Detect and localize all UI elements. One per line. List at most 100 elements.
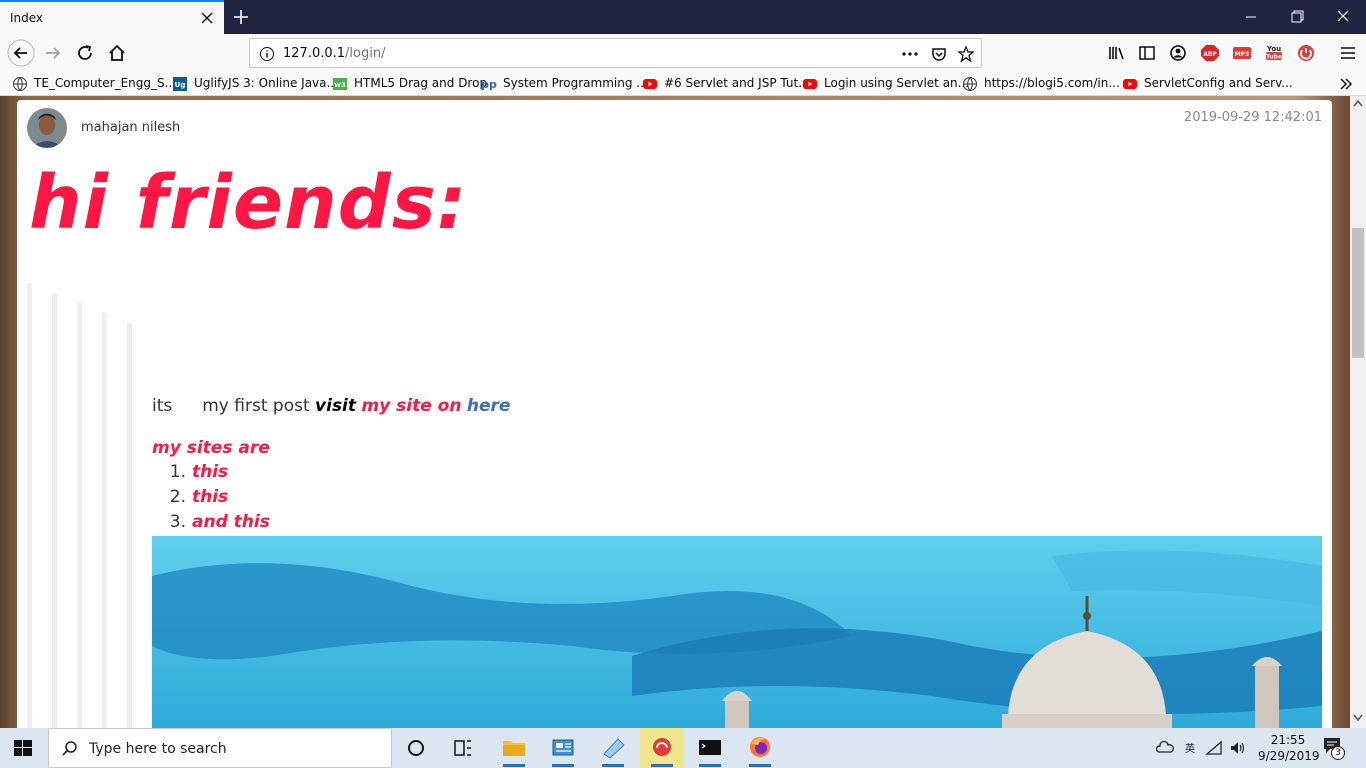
- youtube-icon: [803, 79, 817, 89]
- url-path: /login/: [345, 46, 386, 61]
- home-icon[interactable]: [102, 39, 132, 67]
- bookmark-item[interactable]: https://blogi5.com/in...: [962, 75, 1120, 93]
- avatar[interactable]: [27, 108, 67, 148]
- author-name[interactable]: mahajan nilesh: [81, 120, 180, 135]
- navigation-bar: 127.0.0.1/login/ ABP MP3 You Tube: [0, 34, 1366, 72]
- restore-icon[interactable]: [1274, 0, 1320, 34]
- bookmarks-bar: TE_Computer_Engg_S... Ug UglifyJS 3: Onl…: [0, 72, 1366, 96]
- list-item: 3. and this: [152, 512, 270, 537]
- svg-text:英: 英: [1185, 742, 1195, 755]
- account-icon[interactable]: [1163, 39, 1193, 67]
- bookmark-label: HTML5 Drag and Drop: [354, 76, 488, 90]
- taj-mahal-image: [152, 536, 1322, 728]
- bookmark-item[interactable]: TE_Computer_Engg_S...: [12, 75, 176, 93]
- system-clock[interactable]: 21:55 9/29/2019: [1258, 732, 1320, 764]
- bookmark-item[interactable]: pp System Programming ...: [481, 75, 648, 93]
- control-panel-icon[interactable]: [541, 728, 585, 768]
- svg-text:Tube: Tube: [1266, 54, 1282, 61]
- adblock-plus-icon[interactable]: ABP: [1195, 39, 1225, 67]
- sidebar-icon[interactable]: [1132, 39, 1162, 67]
- post-text: its my first post visit my site on here: [152, 396, 510, 416]
- file-explorer-icon[interactable]: [492, 728, 536, 768]
- svg-text:w3: w3: [334, 81, 345, 89]
- url-host: 127.0.0.1: [283, 46, 346, 61]
- youtube-icon: [643, 79, 657, 89]
- scrollbar-thumb[interactable]: [1352, 228, 1364, 358]
- close-tab-icon[interactable]: [198, 9, 216, 27]
- uglify-icon: Ug: [173, 77, 187, 91]
- volume-icon[interactable]: [1229, 740, 1247, 756]
- blockquote-bar: [27, 283, 32, 728]
- info-icon[interactable]: [259, 46, 275, 62]
- taskbar: Type here to search 英 21:55 9/29/2019 3: [0, 728, 1366, 768]
- svg-text:Ug: Ug: [175, 81, 186, 89]
- bookmark-label: System Programming ...: [503, 76, 648, 90]
- chevron-right-icon[interactable]: [1338, 76, 1354, 92]
- blockquote-bar: [127, 323, 132, 728]
- bookmark-label: https://blogi5.com/in...: [984, 76, 1120, 90]
- onedrive-sync-icon[interactable]: [1156, 740, 1174, 756]
- site-link[interactable]: this: [192, 487, 228, 507]
- menu-icon[interactable]: [1333, 39, 1363, 67]
- close-window-icon[interactable]: [1320, 0, 1366, 34]
- blockquote-bar: [52, 293, 57, 728]
- terminal-icon[interactable]: [688, 728, 732, 768]
- svg-text:pp: pp: [481, 78, 497, 91]
- wifi-icon[interactable]: [1205, 740, 1223, 756]
- page-viewport: mahajan nilesh 2019-09-29 12:42:01 hi fr…: [0, 96, 1350, 728]
- library-icon[interactable]: [1102, 39, 1132, 67]
- clock-time: 21:55: [1270, 733, 1306, 747]
- new-tab-icon[interactable]: [229, 5, 253, 29]
- list-number: 2.: [169, 487, 186, 507]
- tab-strip: Index: [0, 0, 1366, 34]
- bookmark-item[interactable]: ServletConfig and Serv...: [1122, 75, 1293, 93]
- list-item: 1. this: [152, 462, 270, 487]
- post-timestamp: 2019-09-29 12:42:01: [1183, 110, 1322, 125]
- url-bar[interactable]: 127.0.0.1/login/: [249, 38, 982, 68]
- action-center[interactable]: 3: [1322, 736, 1346, 760]
- youtube-icon: [1123, 79, 1137, 89]
- site-link[interactable]: and this: [192, 512, 270, 532]
- bookmark-label: #6 Servlet and JSP Tut...: [664, 76, 810, 90]
- bookmark-item[interactable]: Ug UglifyJS 3: Online Java...: [172, 75, 338, 93]
- site-link[interactable]: this: [192, 462, 228, 482]
- mp3-downloader-icon[interactable]: MP3: [1227, 39, 1257, 67]
- tab-index[interactable]: Index: [0, 0, 224, 34]
- bookmark-item[interactable]: Login using Servlet an...: [802, 75, 969, 93]
- bookmark-label: UglifyJS 3: Online Java...: [194, 76, 338, 90]
- opera-vpn-icon[interactable]: [1291, 39, 1321, 67]
- post-text-red: my site on: [361, 396, 462, 416]
- youtube-extension-icon[interactable]: YouTube: [1259, 39, 1289, 67]
- page-actions-icon[interactable]: [901, 46, 919, 62]
- scroll-down-icon[interactable]: [1353, 714, 1363, 722]
- scroll-up-icon[interactable]: [1353, 99, 1363, 107]
- pocket-icon[interactable]: [930, 45, 948, 63]
- taskbar-search[interactable]: Type here to search: [48, 728, 392, 768]
- notepad-icon[interactable]: [591, 728, 635, 768]
- page-scrollbar[interactable]: [1350, 96, 1366, 728]
- gitkraken-icon[interactable]: [640, 728, 684, 768]
- minimize-icon[interactable]: [1228, 0, 1274, 34]
- windows-start-icon[interactable]: [14, 740, 32, 756]
- svg-text:MP3: MP3: [1235, 51, 1250, 58]
- bookmark-item[interactable]: w3 HTML5 Drag and Drop: [332, 75, 487, 93]
- bookmark-item[interactable]: #6 Servlet and JSP Tut...: [642, 75, 810, 93]
- bookmark-label: TE_Computer_Engg_S...: [34, 76, 177, 90]
- url-text: 127.0.0.1/login/: [283, 46, 385, 61]
- bookmark-star-icon[interactable]: [957, 45, 975, 63]
- post-text-its: its: [152, 396, 173, 416]
- clock-date: 9/29/2019: [1258, 749, 1320, 763]
- post-card: mahajan nilesh 2019-09-29 12:42:01 hi fr…: [17, 100, 1332, 728]
- back-icon[interactable]: [5, 39, 37, 67]
- cortana-icon[interactable]: [394, 728, 438, 768]
- svg-text:ABP: ABP: [1203, 51, 1217, 58]
- firefox-icon[interactable]: [738, 728, 782, 768]
- input-language-icon[interactable]: 英: [1181, 740, 1199, 756]
- reload-icon[interactable]: [70, 39, 100, 67]
- task-view-icon[interactable]: [441, 728, 485, 768]
- sites-heading: my sites are: [152, 438, 270, 458]
- list-number: 3.: [169, 512, 186, 532]
- here-link[interactable]: here: [467, 396, 511, 416]
- forward-icon[interactable]: [38, 39, 68, 67]
- bookmark-label: Login using Servlet an...: [824, 76, 970, 90]
